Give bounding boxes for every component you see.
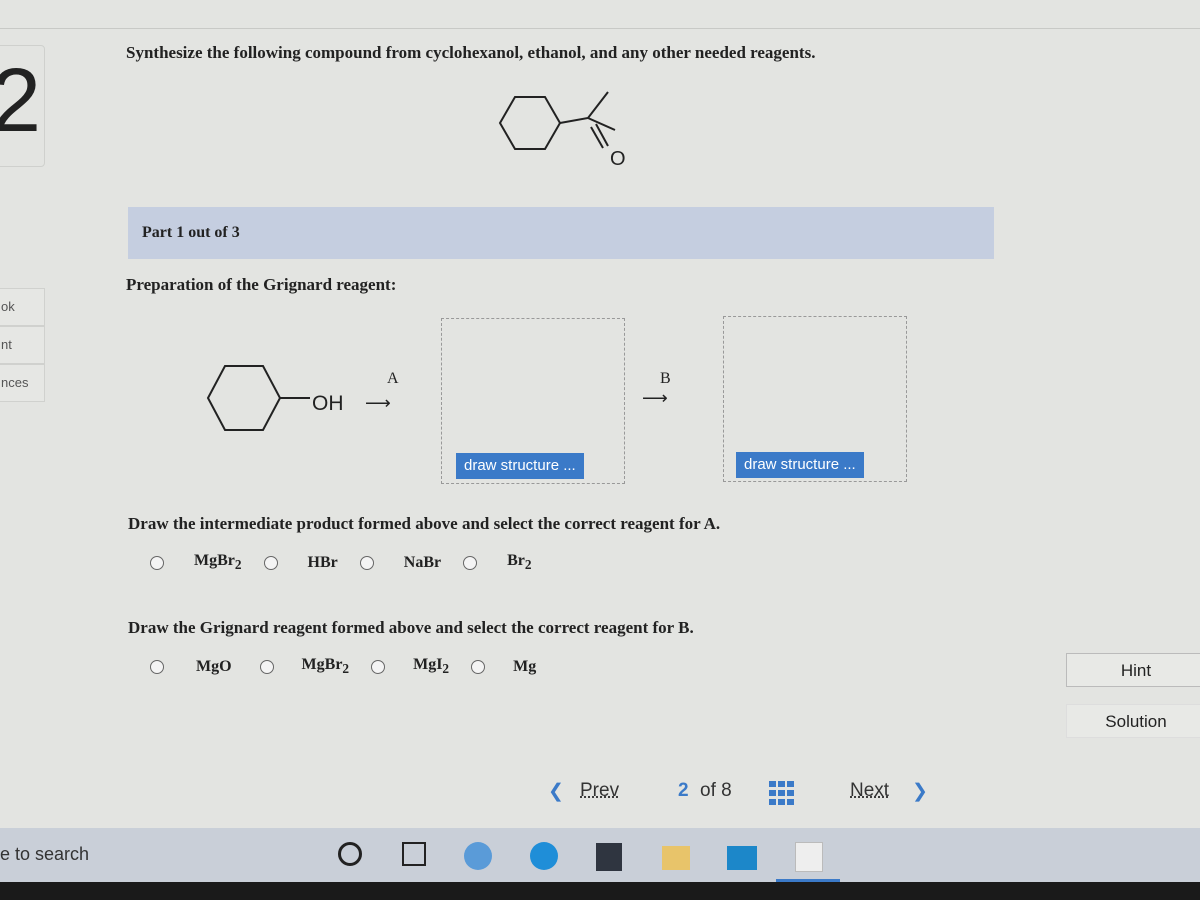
radio-a-br2[interactable]: [463, 555, 478, 570]
hint-button[interactable]: Hint: [1066, 653, 1200, 687]
app-icon[interactable]: [795, 842, 823, 872]
question-b-text: Draw the Grignard reagent formed above a…: [128, 618, 694, 637]
next-button[interactable]: Next: [850, 780, 889, 802]
option-label: MgBr2: [194, 552, 242, 573]
radio-b-mgi2[interactable]: [371, 659, 386, 674]
option-label: MgI2: [413, 656, 450, 677]
option-label: Mg: [513, 657, 537, 675]
chrome-icon[interactable]: [464, 842, 492, 870]
taskbar-search[interactable]: e to search: [0, 844, 89, 865]
arrow-a-label: A: [387, 370, 399, 387]
radio-a-hbr[interactable]: [263, 555, 278, 570]
reagent-a-options: MgBr2 HBr NaBr Br2: [150, 552, 532, 573]
radio-b-mgbr2[interactable]: [259, 659, 274, 674]
store-icon[interactable]: [596, 843, 622, 871]
mail-icon[interactable]: [727, 846, 757, 870]
monitor-bezel: [0, 882, 1200, 900]
file-explorer-icon[interactable]: [662, 846, 690, 870]
page-total: of 8: [700, 780, 732, 801]
radio-b-mgo[interactable]: [150, 659, 164, 674]
next-chevron-icon[interactable]: ❯: [912, 780, 928, 803]
edge-icon[interactable]: [530, 842, 558, 870]
solution-button[interactable]: Solution: [1066, 704, 1200, 738]
carbonyl-oxygen-label: O: [610, 148, 626, 170]
task-view-icon[interactable]: [402, 842, 426, 866]
radio-b-mg[interactable]: [471, 659, 486, 674]
part-indicator: Part 1 out of 3: [128, 207, 994, 259]
option-label: Br2: [507, 552, 532, 573]
part-heading: Preparation of the Grignard reagent:: [126, 275, 397, 294]
draw-structure-button-2[interactable]: draw structure ...: [736, 452, 864, 478]
radio-a-nabr[interactable]: [359, 555, 374, 570]
cyclohexanol-structure: [206, 365, 310, 431]
sidebar-item-ebook[interactable]: ok: [0, 288, 45, 326]
hydroxyl-label: OH: [312, 392, 344, 415]
radio-a-mgbr2[interactable]: [150, 555, 164, 570]
sidebar-item-references[interactable]: nces: [0, 364, 45, 402]
option-label: MgBr2: [301, 656, 350, 677]
prev-button[interactable]: Prev: [580, 780, 619, 802]
page-current: 2: [678, 780, 689, 801]
option-label: MgO: [196, 657, 232, 675]
cortana-icon[interactable]: [338, 842, 362, 866]
prev-chevron-icon[interactable]: ❮: [548, 780, 564, 803]
option-label: NaBr: [403, 553, 442, 571]
option-label: HBr: [307, 553, 338, 571]
draw-structure-button-1[interactable]: draw structure ...: [456, 453, 584, 479]
arrow-b-label: B: [660, 370, 671, 387]
header-divider: [0, 28, 1200, 29]
reaction-arrow-a: ⟶: [365, 393, 391, 413]
sidebar-item-print[interactable]: nt: [0, 326, 45, 364]
grid-view-icon[interactable]: [769, 781, 794, 805]
question-number: 2: [0, 45, 45, 167]
reaction-arrow-b: ⟶: [642, 388, 668, 408]
reagent-b-options: MgO MgBr2 MgI2 Mg: [150, 656, 536, 677]
question-prompt: Synthesize the following compound from c…: [126, 43, 816, 62]
question-a-text: Draw the intermediate product formed abo…: [128, 514, 721, 533]
